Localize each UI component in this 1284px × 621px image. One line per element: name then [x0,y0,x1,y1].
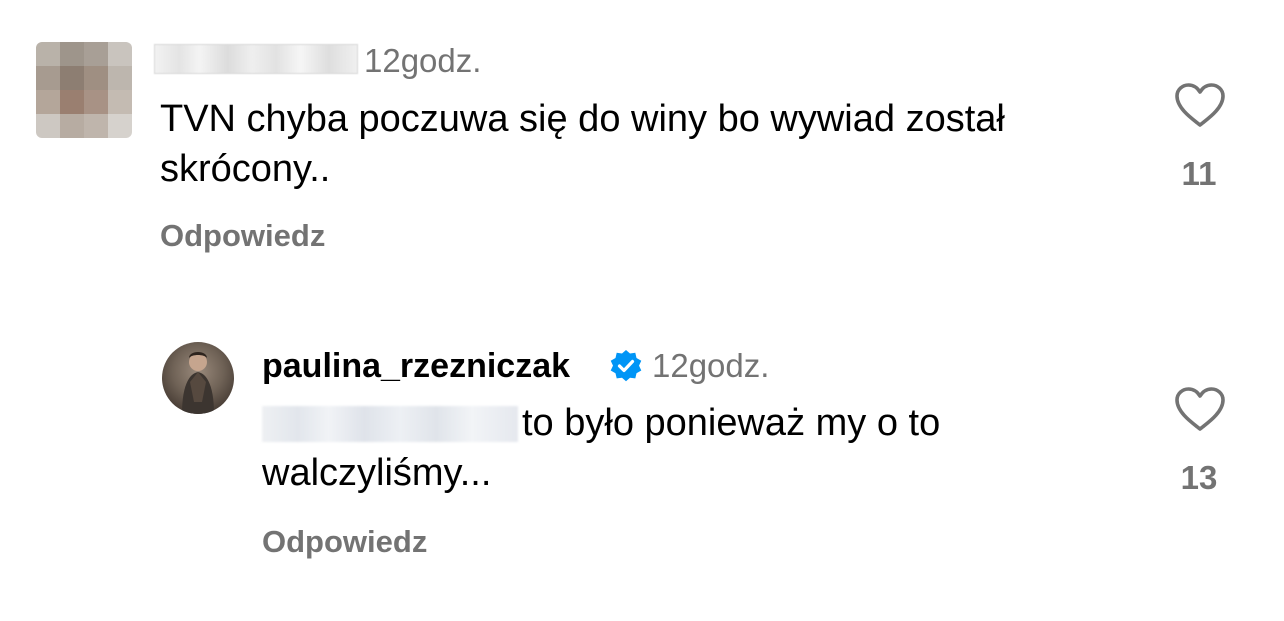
comment-timestamp: 12godz. [364,42,482,79]
redacted-username[interactable] [154,44,358,74]
comment-text-line2: walczyliśmy... [262,452,492,494]
comment-text: TVN chyba poczuwa się do winy bo wywiad … [160,98,1005,190]
comment-thread: 12godz. TVN chyba poczuwa się do winy bo… [0,0,1284,621]
comment-text-line1: to było ponieważ my o to [522,402,941,444]
comment-username[interactable]: paulina_rzezniczak [262,348,570,384]
redacted-mention[interactable] [262,406,518,442]
avatar-pixelated[interactable] [36,42,132,138]
heart-icon[interactable] [1174,82,1226,128]
avatar-photo-icon [182,352,214,414]
verified-badge-icon [610,350,642,382]
reply-button[interactable]: Odpowiedz [160,218,325,254]
like-count: 13 [1180,459,1218,496]
avatar[interactable] [162,342,234,414]
heart-icon[interactable] [1174,386,1226,432]
comment-timestamp: 12godz. [652,347,770,384]
like-count: 11 [1181,155,1217,192]
reply-button[interactable]: Odpowiedz [262,524,427,560]
